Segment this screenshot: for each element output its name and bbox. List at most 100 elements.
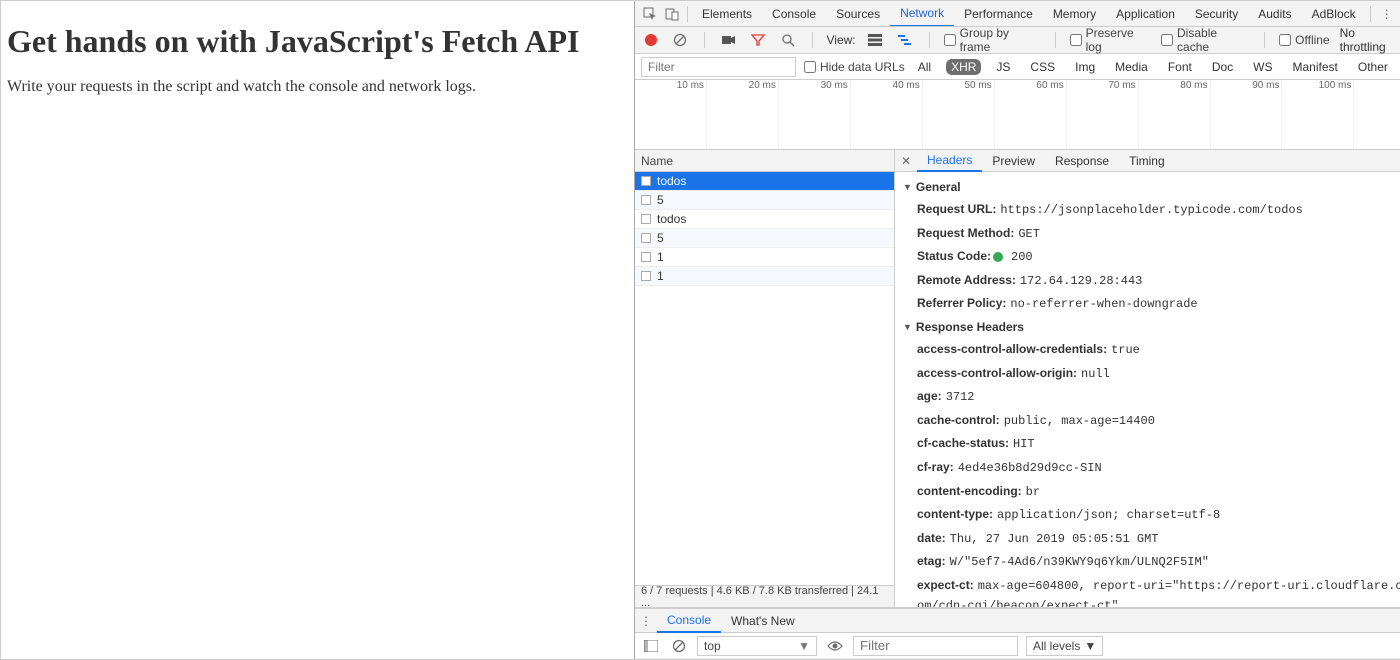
request-row[interactable]: 5	[635, 191, 894, 210]
clear-icon[interactable]	[671, 30, 691, 50]
tab-elements[interactable]: Elements	[692, 1, 762, 26]
drawer: ⋮ ConsoleWhat's New ✕ top▼	[635, 608, 1400, 659]
tab-sources[interactable]: Sources	[826, 1, 890, 26]
network-footer: 6 / 7 requests | 4.6 KB / 7.8 KB transfe…	[635, 585, 894, 607]
file-icon	[641, 271, 651, 281]
header-row: age:3712	[901, 385, 1400, 409]
tab-application[interactable]: Application	[1106, 1, 1185, 26]
separator	[1264, 32, 1265, 48]
filter-type-all[interactable]: All	[913, 59, 936, 75]
status-dot-icon	[993, 252, 1003, 262]
kebab-menu-icon[interactable]: ⋮	[1375, 7, 1399, 21]
console-filter-input[interactable]	[853, 636, 1018, 656]
filter-type-xhr[interactable]: XHR	[946, 59, 981, 75]
filter-type-doc[interactable]: Doc	[1207, 59, 1238, 75]
tab-network[interactable]: Network	[890, 1, 954, 26]
header-row: access-control-allow-credentials:true	[901, 338, 1400, 362]
waterfall-tick: 10 ms	[635, 80, 707, 92]
header-row: Referrer Policy:no-referrer-when-downgra…	[901, 292, 1400, 316]
request-row[interactable]: 1	[635, 267, 894, 286]
filter-type-other[interactable]: Other	[1353, 59, 1393, 75]
waterfall-tick: 60 ms	[995, 80, 1067, 92]
filter-type-media[interactable]: Media	[1110, 59, 1153, 75]
header-row: etag:W/"5ef7-4Ad6/n39KWY9q6Ykm/ULNQ2F5IM…	[901, 550, 1400, 574]
search-icon[interactable]	[778, 30, 798, 50]
sidebar-toggle-icon[interactable]	[641, 636, 661, 656]
console-toolbar: top▼ All levels▼	[635, 633, 1400, 659]
filter-type-font[interactable]: Font	[1163, 59, 1197, 75]
header-row: Request URL:https://jsonplaceholder.typi…	[901, 198, 1400, 222]
filter-type-js[interactable]: JS	[991, 59, 1015, 75]
inspect-icon[interactable]	[639, 4, 661, 24]
tab-memory[interactable]: Memory	[1043, 1, 1106, 26]
context-select[interactable]: top▼	[697, 636, 817, 656]
waterfall-tick: 100 ms	[1282, 80, 1354, 92]
tab-performance[interactable]: Performance	[954, 1, 1043, 26]
drawer-kebab-icon[interactable]: ⋮	[635, 609, 657, 632]
page-subtext: Write your requests in the script and wa…	[7, 78, 628, 96]
request-name: 1	[657, 250, 664, 264]
detail-tab-response[interactable]: Response	[1045, 150, 1119, 171]
devtools-panel: ElementsConsoleSourcesNetworkPerformance…	[635, 1, 1400, 659]
drawer-tab-console[interactable]: Console	[657, 609, 721, 633]
offline-checkbox[interactable]: Offline	[1279, 33, 1329, 47]
hide-data-urls-checkbox[interactable]: Hide data URLs	[804, 60, 905, 74]
record-icon[interactable]	[641, 30, 661, 50]
tab-console[interactable]: Console	[762, 1, 826, 26]
waterfall-toggle-icon[interactable]	[895, 30, 915, 50]
detail-tabs: ✕ HeadersPreviewResponseTiming	[895, 150, 1400, 172]
waterfall-tick: 30 ms	[779, 80, 851, 92]
clear-console-icon[interactable]	[669, 636, 689, 656]
log-levels-select[interactable]: All levels▼	[1026, 636, 1103, 656]
network-toolbar: View: Group by frame Preserve log Disabl…	[635, 27, 1400, 54]
close-detail-icon[interactable]: ✕	[895, 150, 917, 171]
separator	[704, 32, 705, 48]
drawer-tab-what-s-new[interactable]: What's New	[721, 609, 805, 632]
filter-input[interactable]	[641, 57, 796, 77]
request-list: Name todos5todos511 6 / 7 requests | 4.6…	[635, 150, 895, 607]
header-row: Status Code:200	[901, 245, 1400, 269]
devtools-topbar: ElementsConsoleSourcesNetworkPerformance…	[635, 1, 1400, 27]
detail-tab-headers[interactable]: Headers	[917, 150, 982, 172]
filter-type-css[interactable]: CSS	[1025, 59, 1060, 75]
filter-icon[interactable]	[749, 30, 769, 50]
tab-security[interactable]: Security	[1185, 1, 1248, 26]
tab-audits[interactable]: Audits	[1248, 1, 1301, 26]
device-toggle-icon[interactable]	[661, 4, 683, 24]
request-row[interactable]: todos	[635, 172, 894, 191]
header-row: cf-cache-status:HIT	[901, 432, 1400, 456]
filter-type-ws[interactable]: WS	[1248, 59, 1277, 75]
separator	[687, 6, 688, 22]
group-by-frame-checkbox[interactable]: Group by frame	[944, 26, 1041, 54]
file-icon	[641, 214, 651, 224]
large-rows-icon[interactable]	[866, 30, 886, 50]
separator	[1055, 32, 1056, 48]
request-row[interactable]: 1	[635, 248, 894, 267]
filter-type-img[interactable]: Img	[1070, 59, 1100, 75]
camera-icon[interactable]	[719, 30, 739, 50]
request-name: 1	[657, 269, 664, 283]
eye-icon[interactable]	[825, 636, 845, 656]
tab-adblock[interactable]: AdBlock	[1302, 1, 1366, 26]
detail-tab-timing[interactable]: Timing	[1119, 150, 1175, 171]
request-row[interactable]: 5	[635, 229, 894, 248]
header-row: content-type:application/json; charset=u…	[901, 503, 1400, 527]
separator	[1370, 6, 1371, 22]
waterfall-tick: 70 ms	[1067, 80, 1139, 92]
file-icon	[641, 233, 651, 243]
column-header-name[interactable]: Name	[635, 150, 894, 172]
preserve-log-checkbox[interactable]: Preserve log	[1070, 26, 1151, 54]
separator	[812, 32, 813, 48]
section-header[interactable]: ▼Response Headers	[901, 316, 1400, 338]
header-row: expect-ct:max-age=604800, report-uri="ht…	[901, 574, 1400, 607]
header-row: access-control-allow-origin:null	[901, 362, 1400, 386]
throttling-select[interactable]: No throttling▼	[1340, 26, 1400, 54]
request-row[interactable]: todos	[635, 210, 894, 229]
detail-tab-preview[interactable]: Preview	[982, 150, 1045, 171]
section-header[interactable]: ▼General	[901, 176, 1400, 198]
header-row: date:Thu, 27 Jun 2019 05:05:51 GMT	[901, 527, 1400, 551]
waterfall-tick: 110	[1354, 80, 1400, 92]
filter-type-manifest[interactable]: Manifest	[1288, 59, 1343, 75]
disable-cache-checkbox[interactable]: Disable cache	[1161, 26, 1250, 54]
waterfall-overview[interactable]: 10 ms20 ms30 ms40 ms50 ms60 ms70 ms80 ms…	[635, 80, 1400, 150]
